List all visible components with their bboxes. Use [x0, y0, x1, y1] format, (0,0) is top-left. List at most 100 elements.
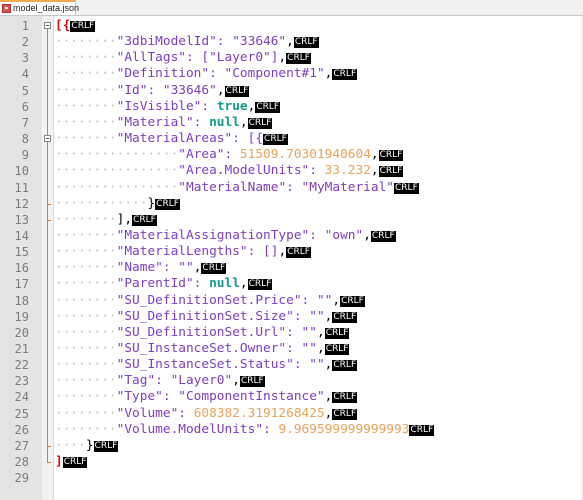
code-text: ········"Volume": 608382.3191268425,CRLF — [55, 405, 358, 422]
token-ws: ················ — [55, 163, 179, 179]
line-number: 3 — [21, 51, 29, 66]
line-number: 21 — [14, 342, 29, 356]
token-str: "SU_InstanceSet.Owner": "" — [116, 341, 317, 356]
crlf-marker: CRLF — [324, 327, 350, 339]
line-number: 14 — [14, 228, 29, 243]
code-text: [{CRLF — [55, 18, 96, 34]
token-str: "Volume.ModelUnits": — [116, 421, 279, 437]
code-line: 14 ········"MaterialAssignationType": "ow… — [0, 228, 583, 244]
code-line: 28]CRLF — [0, 454, 583, 470]
code-text: ················"MaterialName": "MyMater… — [55, 180, 419, 196]
token-punc: } — [147, 195, 156, 211]
code-text: ········"MaterialAreas": [{CRLF — [55, 131, 288, 147]
token-str: "AllTags": ["Layer0"] — [116, 50, 279, 66]
code-line: 23 ········"Tag": "Layer0",CRLF — [0, 373, 583, 389]
crlf-marker: CRLF — [394, 182, 419, 194]
token-ws: ········ — [55, 405, 117, 421]
code-line: 22 ········"SU_InstanceSet.Status": "",CR… — [0, 357, 583, 373]
token-kw: null — [209, 114, 240, 130]
crlf-marker: CRLF — [239, 376, 265, 388]
token-str: "Tag": "Layer0" — [116, 373, 233, 389]
crlf-marker: CRLF — [155, 198, 180, 210]
token-punc: , — [216, 82, 225, 98]
crlf-marker: CRLF — [224, 85, 250, 97]
code-editor[interactable]: 1 [{CRLF 2 ········"3dbiModelId": "33646",C… — [0, 16, 583, 500]
code-text: ········"SU_DefinitionSet.Url": "",CRLF — [55, 324, 350, 341]
token-punc: , — [247, 98, 256, 114]
code-line: 26 ········"Volume.ModelUnits": 9.9695999… — [0, 422, 583, 438]
token-ws: ········ — [55, 324, 117, 340]
crlf-marker: CRLF — [93, 440, 119, 452]
line-number: 27 — [14, 438, 29, 453]
token-punc: , — [286, 34, 294, 50]
crlf-marker: CRLF — [286, 247, 311, 259]
line-number: 6 — [21, 99, 29, 114]
token-br: [{ — [55, 18, 71, 33]
code-line: 15 ········"MaterialLengths": [],CRLF — [0, 244, 583, 260]
token-str: "Area": — [178, 147, 240, 163]
token-str: "Id": "33646" — [116, 82, 217, 98]
token-ws: ········ — [55, 260, 117, 276]
line-number: 5 — [21, 83, 29, 98]
code-text: ········"Name": "",CRLF — [55, 260, 227, 276]
crlf-marker: CRLF — [332, 392, 358, 404]
token-punc: , — [324, 389, 333, 405]
code-line: 18 ········"SU_DefinitionSet.Price": "",C… — [0, 293, 583, 309]
crlf-marker: CRLF — [247, 279, 273, 291]
token-punc: , — [324, 405, 333, 421]
crlf-marker: CRLF — [70, 21, 96, 32]
token-punc: , — [370, 147, 379, 163]
token-ws: ········ — [55, 66, 117, 82]
token-punc: ], — [116, 211, 133, 227]
code-line: 17 ········"ParentId": null,CRLF — [0, 276, 583, 292]
code-text: ········"AllTags": ["Layer0"],CRLF — [55, 50, 311, 66]
tab-bar: model_data.json — [0, 0, 583, 16]
code-line: 24 ········"Type": "ComponentInstance",CR… — [0, 389, 583, 405]
token-ws: ········ — [55, 131, 117, 147]
line-number: 9 — [21, 148, 29, 163]
crlf-marker: CRLF — [332, 69, 358, 81]
token-str: "Material": — [116, 114, 210, 130]
crlf-marker: CRLF — [409, 424, 435, 436]
line-number: 17 — [14, 277, 29, 292]
token-num: 33.232 — [324, 163, 371, 179]
token-str: "Volume": — [116, 405, 194, 421]
line-number: 8 — [21, 132, 29, 147]
token-ws: ········ — [55, 389, 117, 405]
code-line: 21 ········"SU_InstanceSet.Owner": "",CRL… — [0, 341, 583, 357]
code-line: 7 ········"Material": null,CRLF — [0, 115, 583, 131]
line-number: 25 — [14, 406, 29, 421]
file-tab[interactable]: model_data.json — [0, 0, 79, 15]
token-punc: , — [193, 260, 202, 276]
code-line: 25 ········"Volume": 608382.3191268425,CR… — [0, 406, 583, 422]
token-ws: ········ — [55, 34, 117, 50]
code-line: 6 ········"IsVisible": true,CRLF — [0, 99, 583, 115]
token-num: 608382.3191268425 — [193, 405, 325, 421]
crlf-marker: CRLF — [332, 311, 358, 323]
token-str: "Type": "ComponentInstance" — [116, 389, 325, 405]
line-number: 16 — [14, 261, 29, 276]
code-text: ········"SU_DefinitionSet.Price": "",CRL… — [55, 293, 365, 309]
code-text: ····}CRLF — [55, 438, 119, 454]
token-punc: , — [278, 50, 287, 66]
token-str: "3dbiModelId": "33646" — [116, 34, 287, 50]
token-ws: ········ — [55, 292, 117, 308]
code-line: 10 ················"Area.ModelUnits": 33.… — [0, 163, 583, 179]
code-text: ········"Tag": "Layer0",CRLF — [55, 373, 265, 389]
crlf-marker: CRLF — [62, 457, 88, 469]
token-ws: ········ — [55, 98, 117, 114]
token-str: "SU_DefinitionSet.Url": "" — [116, 324, 317, 340]
token-num: 51509.70301940604 — [239, 147, 371, 163]
code-line: 1 [{CRLF — [0, 18, 583, 34]
line-number: 15 — [14, 245, 29, 260]
code-text: ········"Volume.ModelUnits": 9.969599999… — [55, 421, 435, 438]
code-text: ········"IsVisible": true,CRLF — [55, 98, 281, 115]
crlf-marker: CRLF — [340, 295, 365, 307]
code-text: ········"SU_InstanceSet.Owner": "",CRLF — [55, 341, 350, 357]
token-str: "SU_InstanceSet.Status": "" — [116, 357, 325, 373]
line-number: 12 — [14, 196, 29, 211]
token-num: 9.969599999999993 — [278, 421, 410, 437]
token-punc: , — [324, 308, 333, 324]
token-str: "ParentId": — [116, 276, 210, 292]
code-text: ········"ParentId": null,CRLF — [55, 276, 273, 292]
